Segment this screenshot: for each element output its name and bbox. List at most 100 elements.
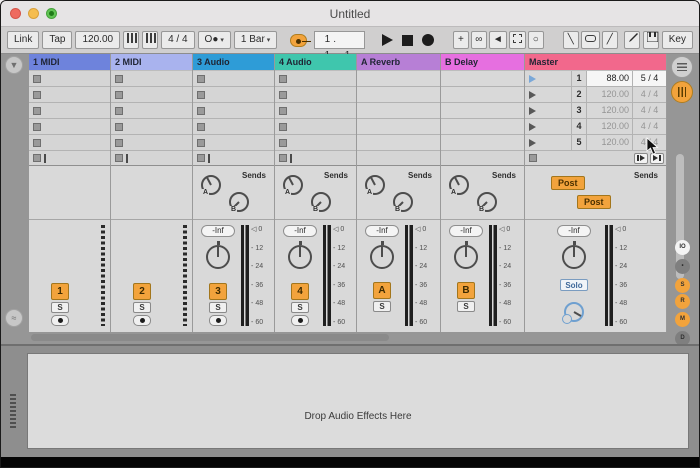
clip-stop-icon[interactable] <box>279 123 287 131</box>
send-a-knob[interactable]: A <box>449 175 469 195</box>
scene-tempo-field[interactable]: 120.00 <box>587 119 633 134</box>
clip-slot[interactable] <box>29 87 110 103</box>
arrangement-position-field[interactable]: 1. 1. 1 <box>314 31 365 49</box>
scene-row[interactable]: 5 120.00 4 / 4 <box>525 135 666 151</box>
clip-slot[interactable] <box>29 119 110 135</box>
scene-signature-field[interactable]: 4 / 4 <box>633 103 666 118</box>
clip-stop-icon[interactable] <box>33 123 41 131</box>
back-to-arrangement-button[interactable]: ◄ <box>489 31 507 49</box>
track-header[interactable]: Master <box>525 54 666 71</box>
volume-field[interactable]: -Inf <box>557 225 591 237</box>
loop-button[interactable] <box>581 31 600 49</box>
capture-midi-button[interactable]: ∞ <box>471 31 487 49</box>
solo-button[interactable]: S <box>457 301 475 312</box>
track-header[interactable]: B Delay <box>441 54 524 71</box>
mixer-view-toggle[interactable] <box>671 81 693 103</box>
clip-stop-icon[interactable] <box>197 91 205 99</box>
show-detail-view-button[interactable]: ≈ <box>5 309 23 327</box>
clip-stop-icon[interactable] <box>279 91 287 99</box>
follow-toggle[interactable] <box>290 34 306 47</box>
clip-slot[interactable] <box>275 119 356 135</box>
arm-button[interactable] <box>209 315 227 326</box>
clip-slot[interactable] <box>111 87 192 103</box>
show-sends-toggle[interactable]: S <box>675 278 690 293</box>
clip-stop-icon[interactable] <box>115 123 123 131</box>
clip-slot[interactable] <box>111 71 192 87</box>
master-solo-button[interactable]: Solo <box>560 279 588 291</box>
track-activator-button[interactable]: B <box>457 282 475 299</box>
track-activator-button[interactable]: 3 <box>209 283 227 300</box>
clip-stop-icon[interactable] <box>197 123 205 131</box>
pre-post-toggle-a[interactable]: Post <box>551 176 585 190</box>
clip-stop-icon[interactable] <box>115 91 123 99</box>
tempo-field[interactable]: 120.00 <box>75 31 120 49</box>
track-header[interactable]: 3 Audio <box>193 54 274 71</box>
draw-mode-button[interactable] <box>624 31 640 49</box>
clip-slot[interactable] <box>275 87 356 103</box>
re-enable-automation-button[interactable]: ○ <box>528 31 544 49</box>
punch-out-button[interactable]: ╱ <box>602 31 618 49</box>
send-b-knob[interactable]: B <box>477 192 497 212</box>
clip-stop-icon[interactable] <box>279 75 287 83</box>
pre-post-toggle-b[interactable]: Post <box>577 195 611 209</box>
show-io-toggle[interactable]: IO <box>675 240 690 255</box>
arm-button[interactable] <box>51 315 69 326</box>
send-a-knob[interactable]: A <box>201 175 221 195</box>
clip-stop-icon[interactable] <box>279 107 287 115</box>
send-b-knob[interactable]: B <box>311 192 331 212</box>
solo-button[interactable]: S <box>373 301 391 312</box>
device-drop-area[interactable]: Drop Audio Effects Here <box>27 353 689 449</box>
volume-field[interactable]: -Inf <box>365 225 399 237</box>
play-button[interactable] <box>382 34 393 46</box>
track-header[interactable]: 1 MIDI <box>29 54 110 71</box>
scene-row[interactable]: 2 120.00 4 / 4 <box>525 87 666 103</box>
clip-stop-icon[interactable] <box>33 107 41 115</box>
clip-view-toggle[interactable] <box>671 56 693 78</box>
track-stop-row[interactable] <box>275 151 356 166</box>
clip-slot[interactable] <box>193 135 274 151</box>
send-a-knob[interactable]: A <box>283 175 303 195</box>
solo-button[interactable]: S <box>133 302 151 313</box>
nudge-down-button[interactable] <box>123 31 139 49</box>
clip-slot[interactable] <box>111 119 192 135</box>
punch-in-button[interactable]: ╲ <box>563 31 579 49</box>
show-clip-toggle[interactable]: • <box>675 259 690 274</box>
send-b-knob[interactable]: B <box>393 192 413 212</box>
show-mixer-toggle[interactable]: M <box>675 312 690 327</box>
clip-slot[interactable] <box>193 71 274 87</box>
solo-button[interactable]: S <box>291 302 309 313</box>
scene-signature-field[interactable]: 4 / 4 <box>633 119 666 134</box>
scene-tempo-field[interactable]: 120.00 <box>587 135 633 150</box>
time-signature-field[interactable]: 4 / 4 <box>161 31 194 49</box>
device-drag-handle[interactable] <box>10 394 16 428</box>
clip-slot[interactable] <box>111 103 192 119</box>
scene-tempo-field[interactable]: 120.00 <box>587 87 633 102</box>
track-header[interactable]: A Reverb <box>357 54 440 71</box>
track-stop-row[interactable] <box>193 151 274 166</box>
arm-button[interactable] <box>291 315 309 326</box>
solo-button[interactable]: S <box>209 302 227 313</box>
scene-signature-field[interactable]: 5 / 4 <box>633 71 666 86</box>
scene-launch-icon[interactable] <box>529 75 536 83</box>
pan-knob[interactable] <box>206 245 230 269</box>
clip-stop-icon[interactable] <box>115 107 123 115</box>
track-activator-button[interactable]: A <box>373 282 391 299</box>
clip-stop-icon[interactable] <box>197 107 205 115</box>
clip-stop-icon[interactable] <box>115 75 123 83</box>
track-header[interactable]: 4 Audio <box>275 54 356 71</box>
scroll-thumb[interactable] <box>31 334 389 341</box>
volume-field[interactable]: -Inf <box>283 225 317 237</box>
clip-slot[interactable] <box>29 71 110 87</box>
clip-slot[interactable] <box>29 103 110 119</box>
stop-all-clips-button[interactable] <box>529 154 537 162</box>
scene-launch-icon[interactable] <box>529 107 536 115</box>
track-activator-button[interactable]: 4 <box>291 283 309 300</box>
clip-stop-icon[interactable] <box>279 139 287 147</box>
stop-button[interactable] <box>402 35 413 46</box>
send-b-knob[interactable]: B <box>229 192 249 212</box>
clip-slot[interactable] <box>193 103 274 119</box>
key-map-button[interactable]: Key <box>662 31 693 49</box>
pan-knob[interactable] <box>454 245 478 269</box>
clip-stop-icon[interactable] <box>115 139 123 147</box>
track-header[interactable]: 2 MIDI <box>111 54 192 71</box>
